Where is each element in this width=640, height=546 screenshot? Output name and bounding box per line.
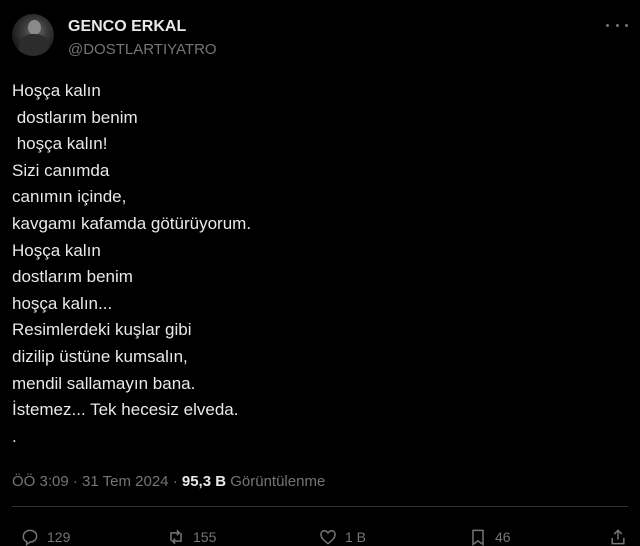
author-handle[interactable]: @DOSTLARTIYATRO [68,41,217,58]
tweet-line: mendil sallamayın bana. [12,373,196,393]
repost-button[interactable]: 155 [166,527,216,546]
tweet-line: canımın içinde, [12,187,127,207]
reply-count: 129 [47,529,71,545]
heart-icon [320,529,336,545]
tweet-time[interactable]: ÖÖ 3:09 [12,473,69,490]
views-label: Görüntülenme [230,473,326,490]
reply-icon [22,529,38,546]
tweet-line: hoşça kalın... [12,293,113,313]
tweet-text: Hoşça kalın dostlarım benim hoşça kalın!… [12,78,612,450]
repost-icon [170,529,182,545]
tweet-line: kavgamı kafamda götürüyorum. [12,213,252,233]
share-icon [611,529,625,545]
divider [12,506,628,507]
avatar[interactable] [12,14,54,56]
tweet-line: dizilip üstüne kumsalın, [12,346,188,366]
views-count: 95,3 B [181,473,227,490]
tweet-line: . [12,426,17,446]
more-options-icon[interactable] [606,18,628,32]
bookmark-count: 46 [495,529,511,545]
action-bar: 129 155 1 B 46 [0,522,640,546]
tweet-line: İstemez... Tek hecesiz elveda. [12,400,239,420]
like-button[interactable]: 1 B [318,527,366,546]
tweet-line: dostlarım benim [12,107,138,127]
tweet-line: Hoşça kalın [12,240,101,260]
tweet-line: Hoşça kalın [12,81,101,100]
bookmark-button[interactable]: 46 [468,527,511,546]
share-button[interactable] [608,527,628,546]
author-name[interactable]: GENCO ERKAL [68,18,186,36]
repost-count: 155 [193,529,217,545]
tweet-line: Sizi canımda [12,160,110,180]
tweet-header: GENCO ERKAL @DOSTLARTIYATRO [12,12,628,60]
tweet-line: Resimlerdeki kuşlar gibi [12,320,192,340]
meta-separator: · [172,473,178,490]
tweet-line: hoşça kalın! [12,134,108,154]
bookmark-icon [472,529,484,546]
tweet-meta: ÖÖ 3:09 · 31 Tem 2024 · 95,3 B Görüntüle… [12,473,325,490]
tweet-date[interactable]: 31 Tem 2024 [82,473,168,490]
meta-separator: · [72,473,78,490]
reply-button[interactable]: 129 [20,527,70,546]
like-count: 1 B [345,529,367,545]
tweet-line: dostlarım benim [12,267,133,287]
